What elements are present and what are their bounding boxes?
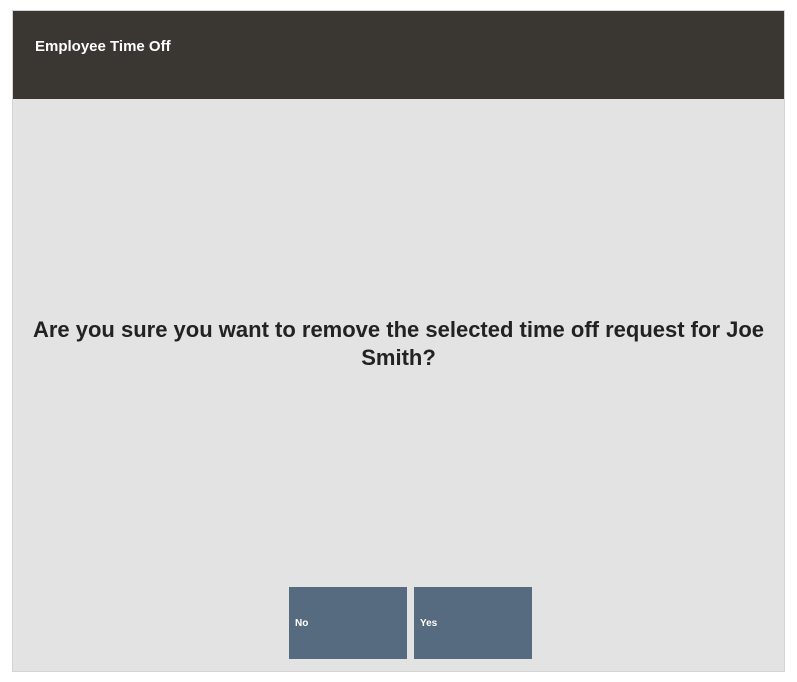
yes-button[interactable]: Yes	[414, 587, 532, 659]
no-button[interactable]: No	[289, 587, 407, 659]
app-window: Employee Time Off Are you sure you want …	[12, 10, 785, 672]
window-title: Employee Time Off	[35, 37, 171, 55]
confirmation-message: Are you sure you want to remove the sele…	[32, 317, 765, 370]
button-row: No Yes	[289, 587, 532, 659]
title-bar: Employee Time Off	[13, 11, 784, 99]
